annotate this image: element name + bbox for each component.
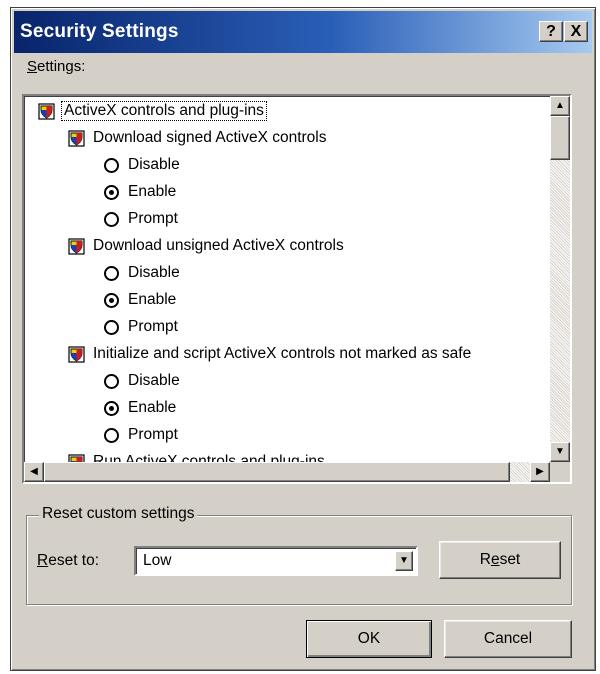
dropdown-button[interactable]: ▼ [395,551,413,571]
reset-level-select[interactable]: Low ▼ [134,546,418,576]
settings-listbox[interactable]: ActiveX controls and plug-ins Download si… [22,94,572,484]
setting-label: Initialize and script ActiveX controls n… [93,345,472,362]
settings-tree[interactable]: ActiveX controls and plug-ins Download si… [24,96,550,462]
tree-option[interactable]: Prompt [104,315,178,339]
setting-label: Run ActiveX controls and plug-ins [93,453,325,462]
radio-button[interactable] [104,184,119,200]
radio-label: Disable [128,372,180,389]
window-title: Security Settings [20,21,179,42]
tree-option[interactable]: Disable [104,369,180,393]
radio-button[interactable] [104,211,119,227]
vertical-scroll-thumb[interactable] [550,116,570,160]
ok-button[interactable]: OK [306,620,432,658]
tree-setting-item[interactable]: Run ActiveX controls and plug-ins [68,450,327,462]
radio-button[interactable] [104,265,119,281]
arrow-left-icon: ◀ [30,466,38,477]
reset-button[interactable]: Reset [439,541,561,579]
close-button[interactable]: X [564,21,588,42]
settings-doc-icon [68,453,85,462]
settings-label: Settings: [27,58,86,75]
tree-option[interactable]: Disable [104,261,180,285]
scrollbar-corner [550,462,570,482]
scroll-right-button[interactable]: ▶ [530,462,550,482]
scroll-down-button[interactable]: ▼ [550,442,570,462]
scroll-up-button[interactable]: ▲ [550,96,570,116]
radio-button[interactable] [104,319,119,335]
settings-doc-icon [68,129,85,147]
radio-button[interactable] [104,400,119,416]
tree-category[interactable]: ActiveX controls and plug-ins [38,99,267,123]
tree-option[interactable]: Enable [104,396,176,420]
reset-to-label: Reset to: [37,552,100,569]
tree-option[interactable]: Prompt [104,423,178,447]
arrow-down-icon: ▼ [555,446,565,457]
radio-label: Enable [128,183,177,200]
settings-category-icon [38,102,55,120]
tree-setting-item[interactable]: Initialize and script ActiveX controls n… [68,342,473,366]
horizontal-scroll-thumb[interactable] [44,462,510,482]
radio-label: Prompt [128,210,178,227]
close-icon: X [570,23,582,40]
radio-button[interactable] [104,373,119,389]
tree-option[interactable]: Prompt [104,207,178,231]
tree-option[interactable]: Enable [104,180,176,204]
tree-option[interactable]: Disable [104,153,180,177]
arrow-right-icon: ▶ [536,466,544,477]
radio-button[interactable] [104,157,119,173]
arrow-up-icon: ▲ [555,100,565,111]
settings-doc-icon [68,237,85,255]
radio-label: Prompt [128,426,178,443]
setting-label: Download unsigned ActiveX controls [93,237,344,254]
radio-label: Disable [128,156,180,173]
setting-label: Download signed ActiveX controls [93,129,327,146]
title-bar[interactable]: Security Settings ? X [14,11,592,53]
reset-level-value: Low [143,552,172,569]
category-label: ActiveX controls and plug-ins [61,101,267,121]
tree-option[interactable]: Enable [104,288,176,312]
help-icon: ? [546,23,556,40]
radio-label: Prompt [128,318,178,335]
radio-button[interactable] [104,427,119,443]
help-button[interactable]: ? [539,21,563,42]
tree-setting-item[interactable]: Download unsigned ActiveX controls [68,234,346,258]
scroll-left-button[interactable]: ◀ [24,462,44,482]
tree-setting-item[interactable]: Download signed ActiveX controls [68,126,329,150]
radio-label: Disable [128,264,180,281]
group-title: Reset custom settings [39,505,198,523]
radio-label: Enable [128,399,177,416]
vertical-scrollbar[interactable]: ▲ ▼ [550,96,570,462]
horizontal-scrollbar[interactable]: ◀ ▶ [24,462,550,482]
chevron-down-icon: ▼ [399,555,409,566]
settings-doc-icon [68,345,85,363]
radio-button[interactable] [104,292,119,308]
radio-label: Enable [128,291,177,308]
cancel-button[interactable]: Cancel [444,620,572,658]
